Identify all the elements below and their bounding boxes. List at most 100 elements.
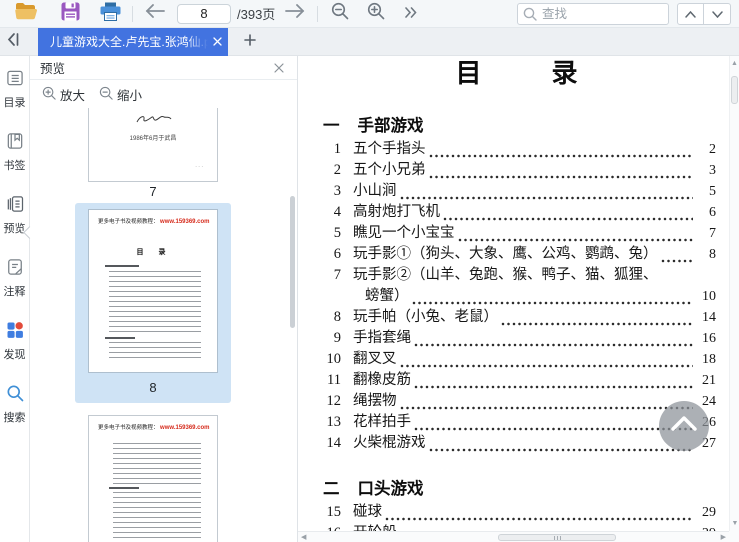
toc-entry-page: 21 <box>702 373 716 388</box>
toolbar-separator <box>132 5 133 22</box>
more-tools-button[interactable] <box>398 2 422 26</box>
sidebar-item-label: 书签 <box>3 160 26 172</box>
scroll-right-arrow[interactable]: ▶ <box>721 534 726 541</box>
thumbnail-page-7[interactable]: 1986年6月于武昌 · · · <box>88 108 218 182</box>
zoom-in-button[interactable] <box>364 2 388 26</box>
plus-icon <box>244 33 256 51</box>
zoom-in-icon <box>367 2 385 25</box>
toc-section-heading: 一手部游戏 <box>323 112 716 136</box>
toc-entry-page: 16 <box>702 331 716 346</box>
vertical-scroll-thumb[interactable] <box>731 76 738 104</box>
navigation-sidebar: 目录 书签 预览 注释 发现 搜索 <box>0 56 30 542</box>
horizontal-scrollbar[interactable]: ◀ ▶ <box>298 531 729 542</box>
sidebar-item-discover[interactable]: 发现 <box>3 320 27 361</box>
thumbnail-page-label: 7 <box>149 184 157 199</box>
page-number-input[interactable] <box>177 3 231 24</box>
pdf-page: 目 录 一手部游戏 1 五个手指头 2 2 五个小兄弟 3 3 小山涧 5 4 高射炮打飞机 6 5 瞧见一… <box>298 56 729 531</box>
toc-dot-leader <box>501 321 693 327</box>
print-button[interactable] <box>98 2 122 26</box>
next-page-button[interactable] <box>283 2 307 26</box>
tab-scroll-left-button[interactable] <box>0 28 26 56</box>
scroll-grip <box>559 535 561 540</box>
toc-entry: 3 小山涧 5 <box>323 180 716 201</box>
find-next-button[interactable] <box>704 2 731 25</box>
mini-toc-lines <box>109 342 201 360</box>
mini-toc-lines <box>109 271 201 335</box>
thumbnail-list: 1986年6月于武昌 · · · 7 更多电子书及视频教程： www.15936… <box>30 108 297 542</box>
sidebar-item-toc[interactable]: 目录 <box>3 68 27 109</box>
toc-entry-number: 8 <box>333 309 341 325</box>
toc-entry-title: 火柴棍游戏 <box>353 435 426 451</box>
thumbnail-list-scrollbar[interactable] <box>290 196 295 328</box>
scroll-up-arrow[interactable]: ▲ <box>730 60 739 67</box>
toc-dot-leader <box>399 363 693 369</box>
toc-section-number: 一 <box>323 116 340 135</box>
mini-header-url: www.159369.com <box>160 425 210 431</box>
toc-entry-number: 7 <box>333 267 341 283</box>
toc-section-title: 手部游戏 <box>357 116 424 135</box>
toc-entry: 7 玩手影②（山羊、兔跑、猴、鸭子、猫、狐狸、 <box>323 264 716 285</box>
document-view[interactable]: 目 录 一手部游戏 1 五个手指头 2 2 五个小兄弟 3 3 小山涧 5 4 高射炮打飞机 6 5 瞧见一… <box>298 56 729 531</box>
thumbnail-zoom-out-button[interactable]: 缩小 <box>99 85 142 104</box>
chevron-up-icon <box>671 416 697 436</box>
toc-entry: 5 瞧见一个小宝宝 7 <box>323 222 716 243</box>
open-file-button[interactable] <box>14 2 38 26</box>
sidebar-item-label: 发现 <box>3 349 26 361</box>
sidebar-item-preview[interactable]: 预览 <box>3 194 27 235</box>
search-field <box>517 2 669 25</box>
printer-icon <box>100 2 121 26</box>
sidebar-item-bookmarks[interactable]: 书签 <box>3 131 27 172</box>
toc-dot-leader <box>385 516 693 522</box>
find-previous-button[interactable] <box>677 2 704 25</box>
new-tab-button[interactable] <box>236 28 264 56</box>
thumbnail-footer-mark: · · · <box>195 164 203 170</box>
sidebar-item-annotations[interactable]: 注释 <box>3 257 27 298</box>
toc-entry: 1 五个手指头 2 <box>323 138 716 159</box>
toc-entry-page: 8 <box>709 247 716 262</box>
toc-section-title: 口头游戏 <box>357 479 424 498</box>
toc-entry: 10 翻叉叉 18 <box>323 348 716 369</box>
toc-entry: 16开轮船 29 <box>323 522 717 531</box>
toc-dot-leader <box>660 258 693 264</box>
scroll-left-arrow[interactable]: ◀ <box>301 534 306 541</box>
pdf-reader-window: /393页 <box>0 0 739 542</box>
arrow-right-icon <box>285 4 305 23</box>
document-tab[interactable]: 儿童游戏大全.卢先宝.张鸿仙.pd <box>38 27 228 56</box>
bookmark-icon <box>5 131 25 156</box>
scroll-down-arrow[interactable]: ▼ <box>730 520 739 527</box>
preview-zoom-tools: 放大 缩小 <box>30 80 297 108</box>
toc-entry-number: 10 <box>326 351 342 367</box>
mini-section-line <box>105 337 135 339</box>
toc-entry-number: 1 <box>333 141 341 157</box>
toc-entry-page: 2 <box>709 142 716 157</box>
toc-entry-page: 5 <box>709 184 716 199</box>
tab-title: 儿童游戏大全.卢先宝.张鸿仙.pd <box>50 35 208 49</box>
preview-close-icon[interactable] <box>271 60 287 76</box>
save-button[interactable] <box>58 2 82 26</box>
toc-dot-leader <box>428 447 693 453</box>
toc-entry-title: 瞧见一个小宝宝 <box>353 225 455 241</box>
toc-entry-title: 高射炮打飞机 <box>353 204 440 220</box>
back-to-top-button[interactable] <box>659 401 709 451</box>
thumbnail-page-8[interactable]: 更多电子书及视频教程： www.159369.com 目 录 <box>88 209 218 373</box>
folder-open-icon <box>15 2 37 25</box>
toc-entry: 8 玩手帕（小兔、老鼠） 14 <box>323 306 716 327</box>
tab-close-icon[interactable] <box>211 36 223 48</box>
horizontal-scroll-thumb[interactable] <box>498 534 616 541</box>
toc-dot-leader <box>457 237 693 243</box>
previous-page-button[interactable] <box>143 2 167 26</box>
thumbnail-page-9[interactable]: 更多电子书及视频教程： www.159369.com <box>88 415 218 542</box>
search-input[interactable] <box>517 2 669 25</box>
thumbnail-zoom-in-button[interactable]: 放大 <box>42 85 85 104</box>
vertical-scrollbar[interactable]: ▲ ▼ <box>729 56 739 531</box>
chevron-down-icon <box>711 5 723 23</box>
sidebar-item-search[interactable]: 搜索 <box>3 383 27 424</box>
toc-dot-leader <box>399 405 693 411</box>
thumbnail-caption-text: 1986年6月于武昌 <box>129 136 177 142</box>
toc-entry-number: 16 <box>323 524 353 531</box>
zoom-out-button[interactable] <box>328 2 352 26</box>
toc-entry-title: 五个手指头 <box>353 141 426 157</box>
toc-section-number: 二 <box>323 479 340 498</box>
toc-entry-title: 玩手影②（山羊、兔跑、猴、鸭子、猫、狐狸、 <box>353 267 658 283</box>
mini-section-line <box>109 487 139 489</box>
